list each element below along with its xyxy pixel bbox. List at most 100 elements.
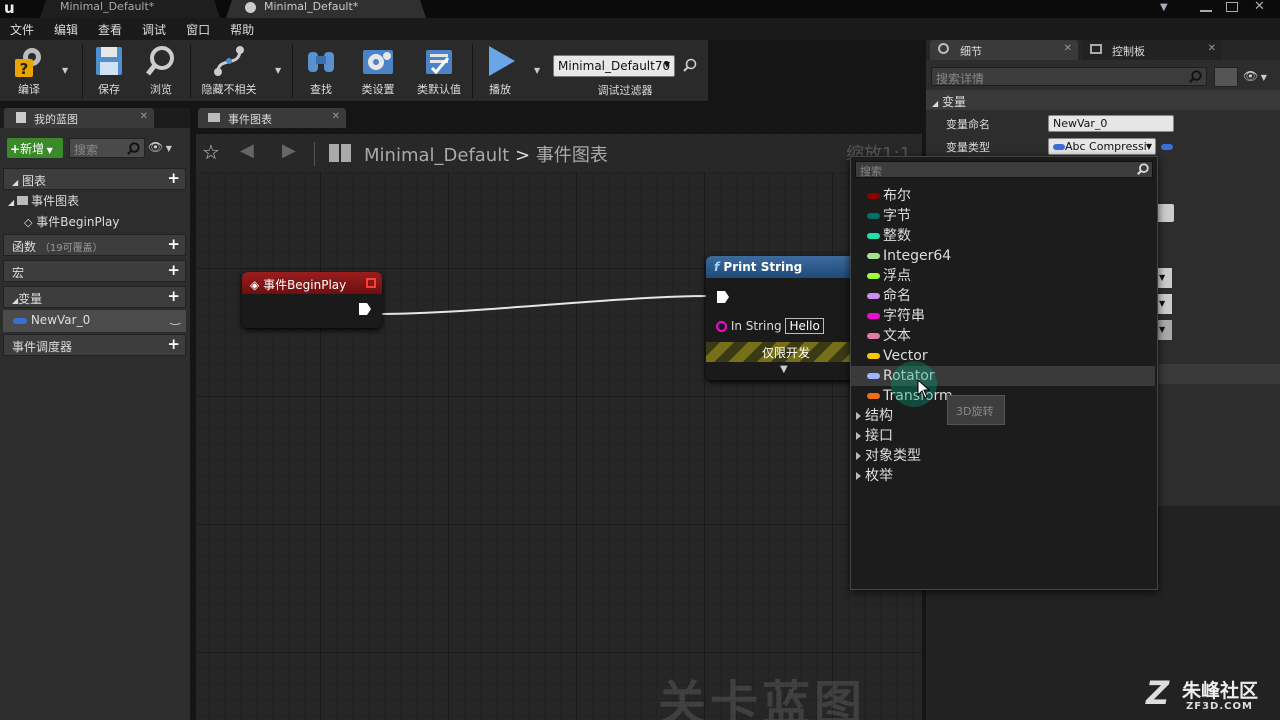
- details-section-variable[interactable]: ◢ 变量: [926, 90, 1280, 110]
- browse-button[interactable]: 浏览: [136, 44, 186, 100]
- add-new-button[interactable]: +新增 ▼: [7, 138, 63, 158]
- type-item-int64[interactable]: Integer64: [851, 246, 1157, 266]
- menu-view[interactable]: 查看: [88, 18, 132, 41]
- menu-debug[interactable]: 调试: [132, 18, 176, 41]
- menu-help[interactable]: 帮助: [220, 18, 264, 41]
- type-item-name[interactable]: 命名: [851, 286, 1157, 306]
- close-tab-icon[interactable]: ✕: [1064, 43, 1072, 54]
- details-field[interactable]: [1156, 204, 1174, 222]
- close-icon[interactable]: ✕: [1254, 0, 1265, 14]
- debug-search-icon[interactable]: [682, 57, 698, 73]
- hide-unrelated-button[interactable]: 隐藏不相关: [196, 44, 262, 100]
- debug-object-value: Minimal_Default70: [558, 59, 671, 73]
- type-item-byte[interactable]: 字节: [851, 206, 1157, 226]
- type-item-text[interactable]: 文本: [851, 326, 1157, 346]
- compile-dropdown-icon[interactable]: ▼: [62, 66, 72, 76]
- minimize-icon[interactable]: [1200, 2, 1212, 12]
- window-tab-active[interactable]: Minimal_Default*: [226, 0, 426, 18]
- window-tab-label: Minimal_Default*: [264, 0, 359, 13]
- section-variables[interactable]: ◢变量 +: [3, 286, 186, 308]
- view-options-eye-icon[interactable]: 👁 ▼: [148, 140, 180, 156]
- string-pin-icon[interactable]: [716, 321, 727, 332]
- type-item-vector[interactable]: Vector: [851, 346, 1157, 366]
- tab-palette[interactable]: 控制板 ✕: [1082, 40, 1222, 60]
- exec-in-pin-icon[interactable]: [716, 290, 730, 304]
- details-dropdown[interactable]: ▼: [1156, 294, 1172, 314]
- node-print-string[interactable]: f Print String In String Hello 仅限开发 ▼: [706, 256, 866, 380]
- section-dispatchers[interactable]: 事件调度器 +: [3, 334, 186, 356]
- play-dropdown-icon[interactable]: ▼: [534, 66, 544, 76]
- debug-filter-label: 调试过滤器: [597, 84, 653, 97]
- class-settings-button[interactable]: 类设置: [353, 44, 403, 100]
- in-string-pin-row: In String Hello: [716, 318, 866, 336]
- details-dropdown[interactable]: ▼: [1156, 268, 1172, 288]
- hide-unrelated-dropdown-icon[interactable]: ▼: [275, 66, 285, 76]
- blueprint-search-input[interactable]: 搜索: [69, 138, 145, 158]
- view-options-eye-icon[interactable]: 👁 ▼: [1243, 69, 1275, 85]
- tree-item-event-graph[interactable]: ◢ 事件图表: [8, 192, 184, 212]
- variable-type-select[interactable]: Abc Compressi ▼: [1048, 138, 1156, 155]
- search-icon: [127, 142, 140, 155]
- debug-object-select[interactable]: Minimal_Default70 ▼: [553, 55, 675, 77]
- save-button[interactable]: 保存: [84, 44, 134, 100]
- class-defaults-button[interactable]: 类默认值: [412, 44, 466, 100]
- expand-node-icon[interactable]: ▼: [780, 364, 788, 375]
- notification-icon[interactable]: ▼: [1160, 2, 1174, 16]
- type-item-string[interactable]: 字符串: [851, 306, 1157, 326]
- play-button[interactable]: 播放: [475, 44, 525, 100]
- add-dispatcher-icon[interactable]: +: [167, 337, 180, 352]
- in-string-value[interactable]: Hello: [785, 318, 824, 334]
- add-function-icon[interactable]: +: [167, 237, 180, 252]
- type-category-enum[interactable]: 枚举: [851, 466, 1157, 486]
- maximize-icon[interactable]: [1226, 2, 1238, 12]
- favorite-star-icon[interactable]: ☆: [202, 140, 220, 164]
- window-tab-label: Minimal_Default*: [60, 0, 155, 13]
- details-search-input[interactable]: 搜索详情: [931, 67, 1207, 86]
- menu-edit[interactable]: 编辑: [44, 18, 88, 41]
- back-arrow-icon[interactable]: ◀: [240, 140, 254, 161]
- type-category-interface[interactable]: 接口: [851, 426, 1157, 446]
- close-tab-icon[interactable]: ✕: [1208, 43, 1216, 54]
- add-macro-icon[interactable]: +: [167, 263, 180, 278]
- tree-item-begin-play[interactable]: ◇ 事件BeginPlay: [24, 213, 184, 233]
- variable-visibility-icon[interactable]: ‿: [170, 311, 180, 325]
- add-graph-icon[interactable]: +: [167, 171, 180, 186]
- menu-window[interactable]: 窗口: [176, 18, 220, 41]
- container-type-icon[interactable]: [1161, 144, 1173, 150]
- type-item-int[interactable]: 整数: [851, 226, 1157, 246]
- type-item-float[interactable]: 浮点: [851, 266, 1157, 286]
- close-tab-icon[interactable]: ✕: [140, 111, 148, 122]
- variable-row-newvar0[interactable]: NewVar_0 ‿: [3, 310, 186, 332]
- compile-button[interactable]: ? 编译: [4, 44, 54, 100]
- category-label: 枚举: [865, 468, 893, 484]
- node-begin-play[interactable]: ◈ 事件BeginPlay: [242, 272, 382, 328]
- window-tab[interactable]: Minimal_Default*: [40, 0, 220, 18]
- category-label: 对象类型: [865, 448, 921, 464]
- breadcrumb-leaf[interactable]: 事件图表: [536, 145, 608, 166]
- tab-details[interactable]: 细节 ✕: [930, 40, 1078, 60]
- forward-arrow-icon[interactable]: ▶: [282, 140, 296, 161]
- exec-out-pin-icon[interactable]: [358, 302, 372, 316]
- menu-file[interactable]: 文件: [0, 18, 44, 41]
- type-label: 文本: [883, 328, 911, 344]
- event-graph-canvas[interactable]: ◈ 事件BeginPlay f Print String In String H…: [196, 134, 922, 720]
- variable-name-field[interactable]: NewVar_0: [1048, 115, 1174, 132]
- section-macros[interactable]: 宏 +: [3, 260, 186, 282]
- type-category-object[interactable]: 对象类型: [851, 446, 1157, 466]
- type-search-input[interactable]: 搜索: [855, 161, 1153, 178]
- type-item-bool[interactable]: 布尔: [851, 186, 1157, 206]
- tab-my-blueprint[interactable]: 我的蓝图 ✕: [4, 108, 154, 128]
- type-pill-icon: [867, 193, 880, 199]
- tab-event-graph[interactable]: 事件图表 ✕: [198, 108, 346, 128]
- add-variable-icon[interactable]: +: [167, 289, 180, 304]
- breadcrumb-root[interactable]: Minimal_Default: [364, 145, 509, 166]
- find-button[interactable]: 查找: [296, 44, 346, 100]
- unreal-logo-icon[interactable]: u: [4, 0, 24, 18]
- find-label: 查找: [310, 83, 332, 96]
- details-dropdown[interactable]: ▼: [1156, 320, 1172, 340]
- property-matrix-icon[interactable]: [1214, 67, 1238, 87]
- delegate-pin-icon[interactable]: [366, 278, 376, 288]
- section-graphs[interactable]: ◢ 图表 +: [3, 168, 186, 190]
- section-functions[interactable]: 函数 （19可覆盖） +: [3, 234, 186, 256]
- close-tab-icon[interactable]: ✕: [332, 111, 340, 122]
